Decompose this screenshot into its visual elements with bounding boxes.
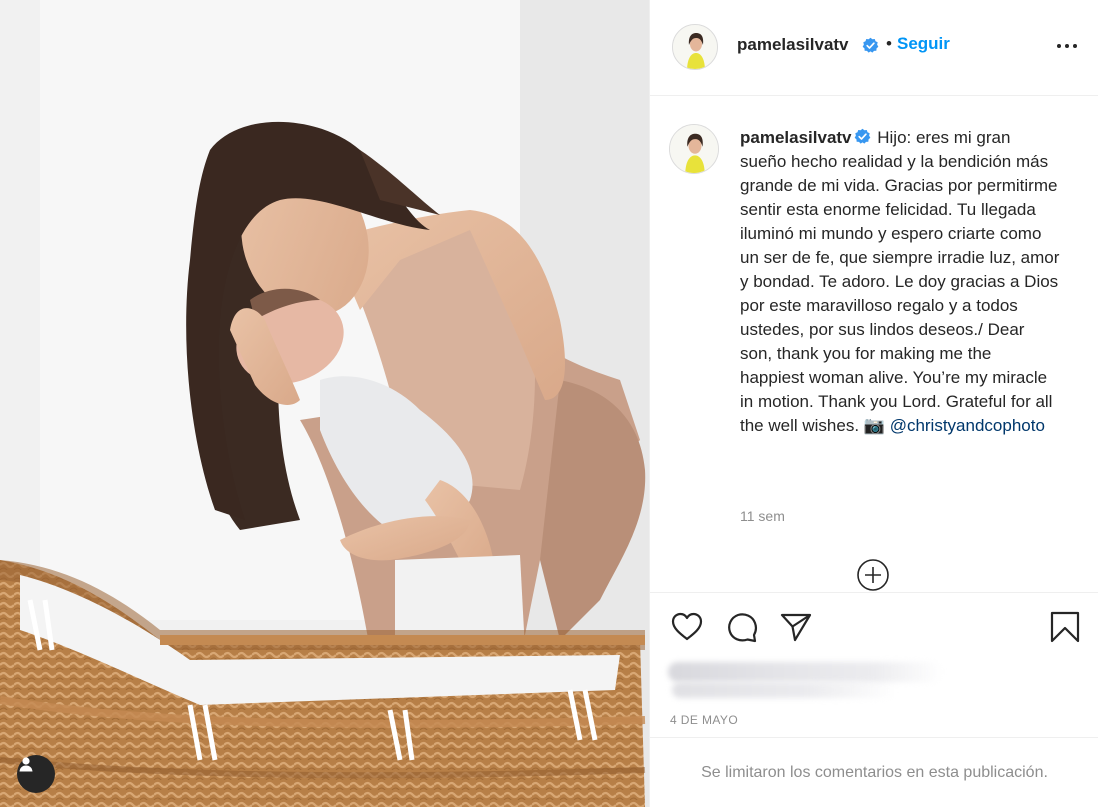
post-action-bar	[650, 592, 1098, 660]
post-side-panel: pamelasilvatv • Seguir pamelasilvatv Hij…	[649, 0, 1098, 807]
username-link[interactable]: pamelasilvatv	[737, 35, 849, 55]
paper-plane-icon[interactable]	[779, 610, 813, 644]
avatar-image	[673, 25, 717, 69]
post-header: pamelasilvatv • Seguir	[650, 0, 1098, 96]
post-caption: pamelasilvatv Hijo: eres mi gran sueño h…	[650, 96, 1098, 592]
comments-limited-notice: Se limitaron los comentarios en esta pub…	[650, 737, 1098, 807]
verified-badge-icon	[862, 37, 879, 53]
verified-badge-icon	[854, 128, 870, 144]
bookmark-icon[interactable]	[1048, 610, 1082, 644]
caption-text: Hijo: eres mi gran sueño hecho realidad …	[740, 128, 1060, 435]
user-tag-icon	[19, 757, 33, 772]
plus-circle-icon[interactable]	[856, 558, 890, 592]
tagged-users-button[interactable]	[17, 755, 55, 793]
caption-username-link[interactable]: pamelasilvatv	[740, 128, 852, 147]
post-time-ago[interactable]: 11 sem	[740, 508, 785, 524]
post-photo[interactable]	[0, 0, 649, 807]
caption-text-block: pamelasilvatv Hijo: eres mi gran sueño h…	[740, 126, 1060, 438]
comment-bubble-icon[interactable]	[725, 610, 759, 644]
follow-button[interactable]: Seguir	[897, 34, 950, 54]
mention-link[interactable]: @christyandcophoto	[890, 416, 1045, 435]
instagram-post-modal: pamelasilvatv • Seguir pamelasilvatv Hij…	[0, 0, 1098, 807]
photo-illustration	[0, 0, 649, 807]
avatar[interactable]	[669, 124, 719, 174]
post-date[interactable]: 4 DE MAYO	[670, 713, 738, 727]
avatar-image	[670, 125, 718, 173]
heart-icon[interactable]	[670, 610, 704, 644]
likes-summary-blurred	[668, 660, 948, 702]
separator-dot: •	[886, 34, 892, 53]
avatar[interactable]	[672, 24, 718, 70]
more-options-icon[interactable]	[1057, 37, 1079, 55]
